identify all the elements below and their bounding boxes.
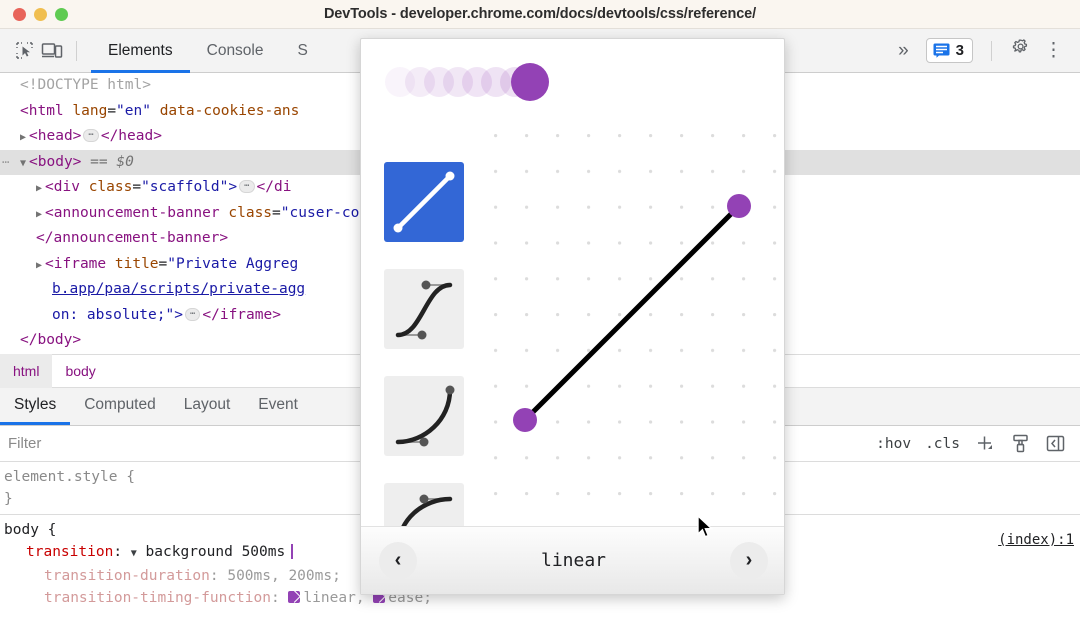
dom-attr: title	[114, 255, 159, 272]
cls-button[interactable]: .cls	[925, 436, 960, 452]
paint-brush-icon[interactable]	[1010, 433, 1031, 454]
dom-tag: <html	[20, 102, 64, 119]
toolbar-right-group: » 3 ⋮	[886, 38, 1072, 63]
dom-attr-value: "scaffold">	[141, 179, 238, 195]
dom-close-tag: </di	[256, 179, 292, 195]
next-easing-button[interactable]: ›	[730, 541, 768, 580]
dom-attr-value: "en"	[116, 102, 151, 119]
collapsed-children-icon[interactable]: ⋯	[184, 307, 201, 321]
hov-button[interactable]: :hov	[876, 436, 911, 452]
window-titlebar: DevTools - developer.chrome.com/docs/dev…	[0, 0, 1080, 29]
tab-event-listeners[interactable]: Event	[244, 387, 312, 425]
device-toolbar-icon[interactable]	[38, 37, 66, 65]
dom-selected-marker: == $0	[90, 153, 134, 170]
dom-close-tag: </announcement-banner>	[36, 230, 229, 246]
easing-swatch-icon[interactable]	[288, 591, 301, 603]
panel-tabs: Elements Console S	[91, 29, 325, 73]
breadcrumb-item-html[interactable]: html	[0, 354, 53, 388]
tab-elements[interactable]: Elements	[91, 29, 190, 73]
dom-close-tag: </body>	[20, 332, 82, 348]
toolbar-divider-2	[991, 40, 992, 61]
devtools-window: DevTools - developer.chrome.com/docs/dev…	[0, 0, 1080, 633]
filter-input[interactable]: Filter	[8, 435, 41, 452]
property-name[interactable]: transition	[26, 544, 113, 560]
collapsed-children-icon[interactable]: ⋯	[239, 180, 255, 193]
tab-sources[interactable]: S	[281, 29, 325, 73]
gear-icon[interactable]	[1002, 38, 1040, 63]
tab-layout[interactable]: Layout	[170, 387, 245, 425]
property-value[interactable]: 500ms, 200ms;	[227, 568, 341, 584]
inspect-element-icon[interactable]	[10, 37, 38, 65]
dom-doctype: <!DOCTYPE html>	[20, 77, 151, 93]
dom-tag: <iframe	[45, 255, 107, 272]
expand-triangle-icon[interactable]: ▶	[36, 176, 42, 202]
dom-close-tag: </head>	[100, 128, 162, 144]
dom-attr-value: "c	[280, 204, 299, 221]
message-count: 3	[955, 42, 964, 59]
dom-attr-2: data-cookies-ans	[159, 102, 300, 119]
dom-close-tag: </iframe>	[202, 306, 281, 323]
easing-popup-footer: ‹ linear ›	[361, 526, 784, 594]
console-message-badge[interactable]: 3	[925, 38, 973, 63]
plus-icon[interactable]	[974, 433, 996, 455]
toggle-sidebar-icon[interactable]	[1045, 433, 1066, 454]
dom-attr-url[interactable]: b.app/paa/scripts/private-agg	[52, 281, 305, 297]
preset-ease-in-out[interactable]	[384, 269, 464, 349]
dom-attr: lang	[72, 102, 108, 119]
dom-attr: class	[228, 204, 273, 221]
dom-tag: <div	[45, 179, 80, 195]
dom-style-value: on: absolute;">	[52, 306, 183, 323]
dom-attr-value: "Private Aggreg	[167, 255, 299, 272]
row-overflow-icon[interactable]: ⋯	[2, 150, 10, 176]
mouse-cursor	[697, 515, 714, 538]
tab-styles[interactable]: Styles	[0, 387, 71, 425]
preset-ease-in[interactable]	[384, 376, 464, 456]
collapse-triangle-icon[interactable]: ▼	[20, 151, 26, 177]
collapsed-children-icon[interactable]: ⋯	[83, 129, 99, 142]
bezier-editor[interactable]	[361, 124, 784, 563]
window-title: DevTools - developer.chrome.com/docs/dev…	[323, 6, 757, 22]
preview-dot	[511, 63, 549, 101]
animation-preview	[361, 39, 784, 124]
console-message-icon	[933, 43, 950, 58]
previous-easing-button[interactable]: ‹	[379, 541, 417, 580]
expand-triangle-icon[interactable]: ▶	[36, 202, 42, 228]
tab-console[interactable]: Console	[190, 29, 281, 73]
dom-tag: <announcement-banner	[45, 204, 220, 221]
more-tabs-icon[interactable]: »	[886, 40, 918, 62]
property-value[interactable]: background 500ms	[146, 544, 286, 560]
preset-linear[interactable]	[384, 162, 464, 242]
tab-computed[interactable]: Computed	[70, 387, 170, 425]
easing-editor-popup[interactable]: ‹ linear ›	[360, 38, 785, 595]
expand-triangle-icon[interactable]: ▶	[36, 253, 42, 279]
property-name[interactable]: transition-timing-function	[44, 590, 271, 606]
kebab-menu-icon[interactable]: ⋮	[1040, 41, 1072, 60]
text-caret	[291, 544, 294, 559]
style-source-link[interactable]: (index):1	[998, 529, 1074, 551]
property-name[interactable]: transition-duration	[44, 568, 210, 584]
property-value-1[interactable]: linear,	[303, 590, 364, 606]
filter-actions: :hov .cls	[876, 433, 1066, 455]
dom-attr: class	[88, 179, 133, 195]
toolbar-divider	[76, 40, 77, 61]
dom-tag: <head>	[29, 128, 82, 144]
easing-name-label: linear	[540, 550, 607, 571]
expand-triangle-icon[interactable]: ▶	[20, 125, 26, 151]
dom-tag: <body>	[29, 153, 82, 170]
breadcrumb-item-body[interactable]: body	[52, 354, 108, 388]
